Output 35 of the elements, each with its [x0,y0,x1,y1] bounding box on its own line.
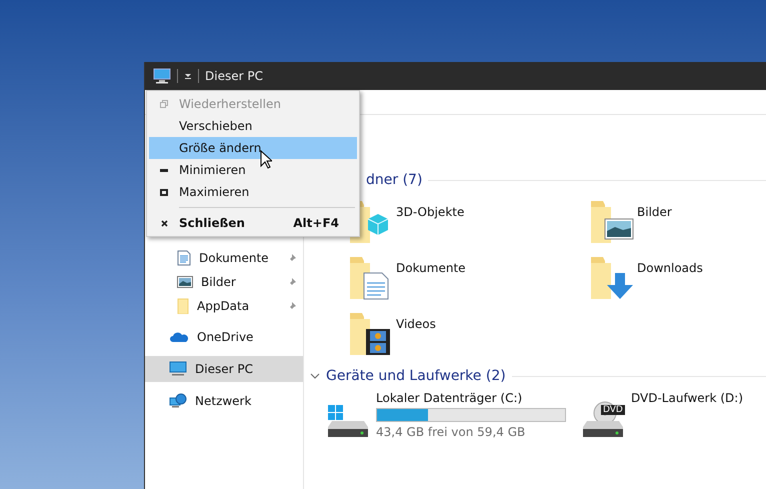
menu-item[interactable]: Größe ändern [149,137,357,159]
document-icon [177,250,191,266]
menu-item[interactable]: Verschieben [149,115,357,137]
monitor-icon[interactable] [153,68,171,84]
drive-item[interactable]: DVD-Laufwerk (D:) DVD [581,391,761,441]
menu-item[interactable]: Schließen Alt+F4 [149,212,357,234]
folder-icon [177,298,189,314]
restore-icon [160,100,168,108]
maximize-icon [160,188,168,196]
minimize-icon [160,168,168,172]
drive-item[interactable]: Lokaler Datenträger (C:) 43,4 GB frei von 59,4 GB [326,391,581,441]
folder-item[interactable]: Dokumente [346,253,587,301]
window-title: Dieser PC [205,69,263,83]
sidebar-item[interactable]: Netzwerk [145,388,303,414]
mouse-pointer-icon [260,150,272,169]
dropdown-caret-icon[interactable] [184,72,192,80]
landscape-picture-icon [177,275,193,289]
cloud-icon [169,331,189,343]
sidebar-item[interactable]: OneDrive [145,324,303,350]
close-icon [160,220,168,226]
group-header[interactable]: Geräte und Laufwerke (2) [326,368,506,384]
sidebar-item[interactable]: Dokumente [145,246,303,270]
sidebar-item[interactable]: Dieser PC [145,356,303,382]
network-globe-icon [169,393,187,409]
chevron-down-icon[interactable] [310,373,320,379]
folder-item[interactable]: Downloads [587,253,766,301]
folder-item[interactable]: Bilder [587,197,766,245]
monitor-icon [169,361,187,377]
menu-item[interactable]: Maximieren [149,181,357,203]
sidebar-item[interactable]: AppData [145,294,303,318]
menu-item[interactable]: Minimieren [149,159,357,181]
group-header[interactable]: dner (7) [366,172,422,188]
sidebar-item[interactable]: Bilder [145,270,303,294]
folder-item[interactable]: Videos [346,309,587,357]
dvd-label: DVD [601,405,625,415]
